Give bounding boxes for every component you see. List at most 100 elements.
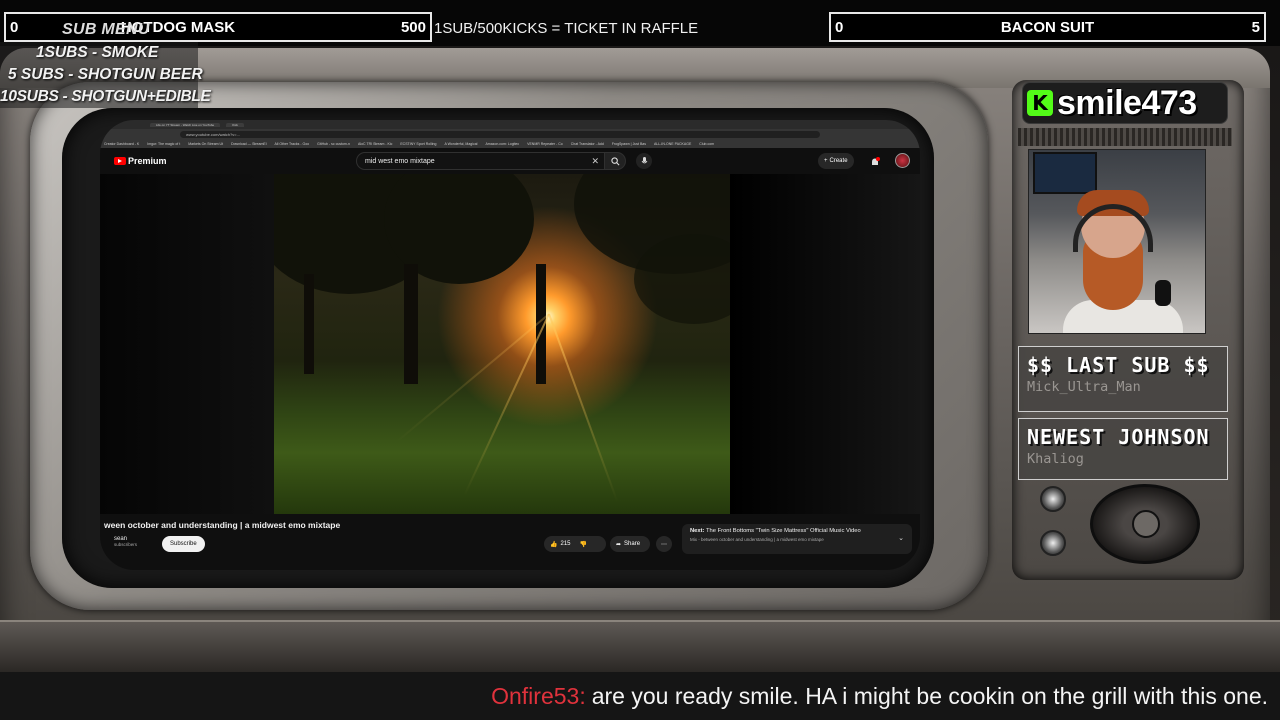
tree-trunk [404,264,418,384]
bookmark-item[interactable]: ALL-IN-ONE PACKAGE [654,142,691,146]
youtube-logo[interactable]: Premium [114,156,167,166]
video-player[interactable] [100,174,920,514]
share-label: Share [624,541,641,547]
up-next-subtitle: Mix - between october and understanding … [690,537,824,542]
notifications-button[interactable] [870,155,880,173]
raffle-text: 1SUB/500KICKS = TICKET IN RAFFLE [434,20,699,37]
video-frame-sunset-park[interactable] [274,174,730,514]
like-count[interactable]: 215 [560,541,570,547]
chat-separator: : [579,682,586,709]
chat-ticker: Onfire53: are you ready smile. HA i migh… [0,672,1280,720]
tv-screen: Life on YT Stream - Watch Live on YouTub… [100,120,920,570]
search-box[interactable]: mid west emo mixtape ✕ [356,152,606,170]
search-icon [610,156,619,165]
tv-cabinet-base [0,620,1280,672]
streamer-name: smile473 [1057,83,1197,122]
subscribe-button[interactable]: Subscribe [162,536,205,552]
bookmark-item[interactable]: VENMR Repeater - Co [527,142,563,146]
newest-follower-title: NEWEST JOHNSON [1027,425,1210,449]
browser-url[interactable]: www.youtube.com/watch?v=... [180,130,820,138]
tone-knob [1040,530,1066,556]
goal-current: 0 [10,18,19,36]
voice-search-button[interactable] [636,153,652,169]
bookmark-item[interactable]: Imgur: The magic of t [147,142,180,146]
sun-ray [395,313,550,444]
bookmarks-bar: Creator Dashboard - K Imgur: The magic o… [100,139,920,148]
plus-icon: + [824,158,828,164]
channel-dial-center [1132,510,1160,538]
browser-tab[interactable]: Life on YT Stream - Watch Live on YouTub… [150,122,221,127]
kick-logo-icon: K [1027,90,1053,116]
like-dislike-group: 👍 215 👎 [544,536,606,552]
bookmark-item[interactable]: AloC TRI Stream - Kic [358,142,392,146]
up-next-card[interactable]: Next: The Front Bottoms "Twin Size Mattr… [682,524,912,554]
youtube-brand: Premium [128,156,167,166]
bookmark-item[interactable]: Download — StreamEl [231,142,266,146]
thumbs-up-icon[interactable]: 👍 [550,541,557,548]
last-sub-name: Mick_Ultra_Man [1027,379,1141,395]
last-sub-title: $$ LAST SUB $$ [1027,353,1210,377]
bookmark-item[interactable]: FrogSpawn | Just Bas [612,142,646,146]
browser-tab[interactable]: Kick [226,122,244,127]
sub-menu-item: 1SUBS - SMOKE [36,44,159,61]
channel-subscriber-count: subscribers [114,542,138,547]
create-button[interactable]: + Create [818,153,854,169]
goal-target: 5 [1251,18,1260,36]
close-icon[interactable]: ✕ [591,156,599,167]
goal-bar-bacon-suit: 0 BACON SUIT 5 [829,12,1266,42]
microphone-icon [1155,280,1171,306]
newest-follower-name: Khaliog [1027,451,1084,467]
sub-menu-panel: 1SUBS - SMOKE 5 SUBS - SHOTGUN BEER 10SU… [0,42,211,108]
tv-controls [1018,482,1228,572]
chat-message: are you ready smile. HA i might be cooki… [591,682,1268,709]
goal-target: 500 [400,18,426,36]
chevron-down-icon[interactable]: ⌄ [898,534,904,542]
chat-username: Onfire53 [491,682,580,709]
streamer-badge: K smile473 [1022,82,1228,124]
bookmark-item[interactable]: Creator Dashboard - K [104,142,139,146]
youtube-play-icon [114,157,126,165]
bookmark-item[interactable]: All Other Tracks - Goo [274,142,309,146]
channel-info[interactable]: sean subscribers [114,536,137,547]
bookmark-item[interactable]: ECSTINY Sport Rolling [400,142,436,146]
search-button[interactable] [604,152,626,170]
webcam-feed [1028,149,1206,334]
sub-menu-title: SUB MENU [62,21,150,38]
up-next-title[interactable]: The Front Bottoms "Twin Size Mattress" O… [706,528,861,534]
player-letterbox-left [100,174,274,514]
bookmark-item[interactable]: A Wonderful, Magical [444,142,477,146]
up-next-label: Next: [690,528,705,534]
browser-address-bar[interactable]: www.youtube.com/watch?v=... [100,129,920,139]
browser-tab-strip: Life on YT Stream - Watch Live on YouTub… [100,120,920,129]
share-icon: ➦ [616,541,622,548]
goal-name: BACON SUIT [1000,18,1095,36]
share-button[interactable]: ➦ Share [610,536,650,552]
more-horizontal-icon: ⋯ [661,541,667,548]
bookmark-item[interactable]: Club.com [699,142,714,146]
last-sub-box: $$ LAST SUB $$ Mick_Ultra_Man [1018,346,1228,412]
volume-knob [1040,486,1066,512]
create-label: Create [829,158,848,164]
search-input[interactable]: mid west emo mixtape [365,158,591,165]
sun-ray [548,313,619,503]
bell-icon [872,157,880,165]
microphone-icon [641,156,647,163]
bookmark-item[interactable]: Markets On Stream Ut [188,142,223,146]
youtube-header: Premium mid west emo mixtape ✕ + Create [100,148,920,174]
top-overlay-bar: 0 HOTDOG MASK 500 1SUB/500KICKS = TICKET… [0,0,1280,46]
webcam-background-monitor [1033,152,1097,194]
player-letterbox-right [730,174,920,514]
newest-follower-box: NEWEST JOHNSON Khaliog [1018,418,1228,480]
thumbs-down-icon[interactable]: 👎 [580,541,587,548]
account-avatar[interactable] [895,153,910,168]
bookmark-item[interactable]: GitHub - sc custom-n [317,142,350,146]
more-actions-button[interactable]: ⋯ [656,536,672,552]
speaker-grille [1018,128,1232,146]
bookmark-item[interactable]: Chat Translator - Add [571,142,604,146]
tree-trunk [304,274,314,374]
sub-menu-item: 10SUBS - SHOTGUN+EDIBLE [0,88,211,105]
bookmark-item[interactable]: Amazon.com: Logitec [485,142,519,146]
sun-ray [463,313,550,496]
sub-menu-item: 5 SUBS - SHOTGUN BEER [8,66,203,83]
video-title: ween october and understanding | a midwe… [104,520,341,530]
